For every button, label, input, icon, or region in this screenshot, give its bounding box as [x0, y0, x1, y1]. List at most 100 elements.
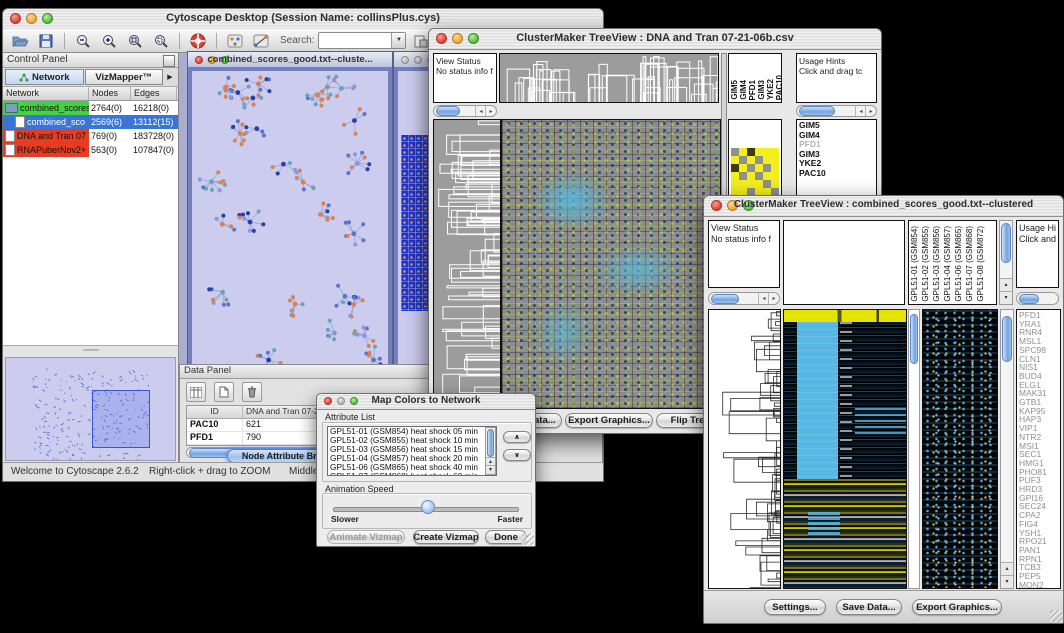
zoom-selected-icon[interactable] [150, 31, 172, 51]
heatmap-global-view[interactable] [783, 309, 907, 589]
view-status-panel: View Status No status info f [708, 220, 780, 288]
labels-vscrollbar[interactable]: ▴ ▾ [999, 220, 1013, 305]
resize-grip[interactable] [522, 533, 534, 545]
column-label: GPL51-06 (GSM865) [954, 226, 965, 302]
search-input[interactable]: ▼ [318, 32, 406, 49]
heatmap-cyan-patch [808, 512, 840, 536]
close-button[interactable] [401, 56, 409, 64]
minimize-button[interactable] [414, 56, 422, 64]
dendrogram-tree [500, 54, 718, 102]
gene-label[interactable]: PAC10 [799, 169, 874, 179]
network-list-row[interactable]: RNAPuberNov2+ 563(0) 107847(0) [3, 143, 178, 157]
save-data-button[interactable]: Save Data... [836, 599, 902, 615]
scrollbar-thumb[interactable] [487, 429, 494, 457]
open-file-icon[interactable] [9, 31, 31, 51]
settings-button[interactable]: Settings... [764, 599, 826, 615]
network-view-2-titlebar[interactable] [394, 52, 432, 68]
scrollbar-thumb[interactable] [1002, 316, 1012, 362]
treeview-bottom-bar: Settings... Save Data... Export Graphics… [704, 590, 1063, 623]
gene-label-list[interactable]: PFD1YRA1RNR4MSL1SPC98CLN1NIS1BUD4ELG1MAK… [1016, 309, 1061, 589]
overview-viewport-rect[interactable] [92, 390, 150, 448]
tabs-overflow-arrow[interactable]: ▶ [164, 73, 176, 81]
edge-attributes-icon[interactable] [250, 31, 272, 51]
scrollbar-thumb[interactable] [799, 106, 835, 116]
zoom-fit-icon[interactable] [124, 31, 146, 51]
usage-hints-scrollbar[interactable] [1016, 292, 1059, 305]
search-dropdown-arrow[interactable]: ▼ [391, 33, 405, 48]
network-canvas-2[interactable] [394, 67, 432, 368]
scroll-down-icon[interactable]: ▾ [1000, 291, 1012, 304]
move-down-button[interactable]: ∨ [503, 449, 531, 461]
network-table-header: Network Nodes Edges [3, 87, 178, 101]
tab-vizmapper[interactable]: VizMapper™ [85, 69, 164, 85]
save-icon[interactable] [35, 31, 57, 51]
tab-network[interactable]: Network [5, 69, 84, 85]
network-list-row[interactable]: DNA and Tran 07 769(0) 183728(0) [3, 129, 178, 143]
view-status-scrollbar[interactable]: ◂ ▸ [708, 292, 780, 305]
scrollbar-thumb[interactable] [436, 106, 460, 116]
resize-grip[interactable] [1050, 610, 1062, 622]
network-list-row[interactable]: combined_sco 2569(6) 13112(15) [3, 115, 178, 129]
column-dendrogram[interactable] [499, 53, 719, 103]
export-graphics-button[interactable]: Export Graphics... [912, 599, 1002, 615]
heatmap-global-view[interactable] [501, 119, 721, 409]
treeview-combined-titlebar[interactable]: ClusterMaker TreeView : combined_scores_… [704, 196, 1063, 217]
column-labels: GIM5GIM4PFD1GIM3YKE2PAC10 [730, 56, 782, 100]
create-vizmap-button[interactable]: Create Vizmap [413, 530, 479, 544]
row-dendrogram[interactable] [433, 119, 501, 409]
gene-labels: GIM5GIM4PFD1GIM3YKE2PAC10 [799, 121, 874, 178]
new-attribute-icon[interactable] [214, 382, 234, 402]
usage-hints-scrollbar[interactable]: ◂ ▸ [796, 105, 877, 117]
panel-splitter[interactable] [3, 346, 178, 354]
network-canvas[interactable] [188, 67, 392, 368]
view-status-scrollbar[interactable]: ◂ ▸ [433, 105, 497, 117]
usage-hints-panel: Usage Hi Click and [1016, 220, 1059, 288]
speed-slider-thumb[interactable] [421, 500, 435, 514]
delete-attribute-icon[interactable] [242, 382, 262, 402]
heatmap-vscrollbar[interactable] [908, 309, 920, 589]
network-view-titlebar[interactable]: combined_scores_good.txt--cluste... [188, 52, 392, 68]
scrollbar-thumb[interactable] [1001, 223, 1011, 263]
heatmap-cyan-block [797, 322, 837, 479]
column-labels-panel: GPL51-01 (GSM854)GPL51-02 (GSM855)GPL51-… [908, 220, 997, 305]
animation-speed-group: Slower Faster [322, 493, 532, 529]
attribute-list-scrollbar[interactable]: ▴ ▾ [485, 427, 496, 475]
attribute-table-icon[interactable] [186, 382, 206, 402]
move-up-button[interactable]: ∧ [503, 431, 531, 443]
cluster-matrix-thumbnail[interactable] [731, 148, 779, 196]
scroll-right-icon[interactable]: ▸ [768, 293, 779, 304]
network-list-row[interactable]: combined_scores 2764(0) 16218(0) [3, 101, 178, 115]
scrollbar-thumb[interactable] [910, 314, 918, 364]
help-lifering-icon[interactable] [187, 31, 209, 51]
done-button[interactable]: Done [485, 530, 527, 544]
usage-hints-panel: Usage Hints Click and drag tc [796, 53, 877, 103]
attribute-list[interactable]: GPL51-01 (GSM854) heat shock 05 minGPL51… [327, 426, 497, 476]
scroll-up-icon[interactable]: ▴ [1001, 562, 1013, 575]
scrollbar-thumb[interactable] [711, 294, 739, 304]
zoom-out-icon[interactable] [72, 31, 94, 51]
export-graphics-button[interactable]: Export Graphics... [565, 413, 653, 428]
gene-list-vscrollbar[interactable]: ▴ ▾ [1000, 309, 1014, 589]
zoom-heatmap-view[interactable] [922, 309, 998, 589]
column-label: GPL51-04 (GSM857) [943, 226, 954, 302]
main-window-titlebar[interactable]: Cytoscape Desktop (Session Name: collins… [3, 9, 603, 30]
gene-label[interactable]: MON2 [1019, 581, 1058, 589]
scroll-down-icon[interactable]: ▾ [1001, 575, 1013, 588]
scroll-right-icon[interactable]: ▸ [485, 106, 496, 116]
scroll-right-icon[interactable]: ▸ [865, 106, 876, 116]
scrollbar-thumb[interactable] [1019, 294, 1039, 304]
treeview-dna-titlebar[interactable]: ClusterMaker TreeView : DNA and Tran 07-… [429, 29, 881, 50]
network-overview-thumbnail[interactable] [5, 357, 176, 461]
data-panel-toolbar [186, 382, 262, 402]
column-tree-area [783, 220, 905, 305]
node-attributes-icon[interactable] [224, 31, 246, 51]
zoom-in-icon[interactable] [98, 31, 120, 51]
attribute-item[interactable]: GPL51-07 (GSM868) heat shock 60 min [330, 472, 496, 476]
scroll-down-icon[interactable]: ▾ [486, 465, 495, 474]
row-dendrogram[interactable] [708, 309, 781, 589]
dialog-titlebar[interactable]: Map Colors to Network [317, 394, 535, 410]
scroll-up-icon[interactable]: ▴ [1000, 278, 1012, 291]
animate-vizmap-button[interactable]: Animate Vizmap [327, 530, 405, 544]
float-panel-icon[interactable] [163, 55, 175, 67]
desktop: Cytoscape Desktop (Session Name: collins… [0, 0, 1064, 633]
